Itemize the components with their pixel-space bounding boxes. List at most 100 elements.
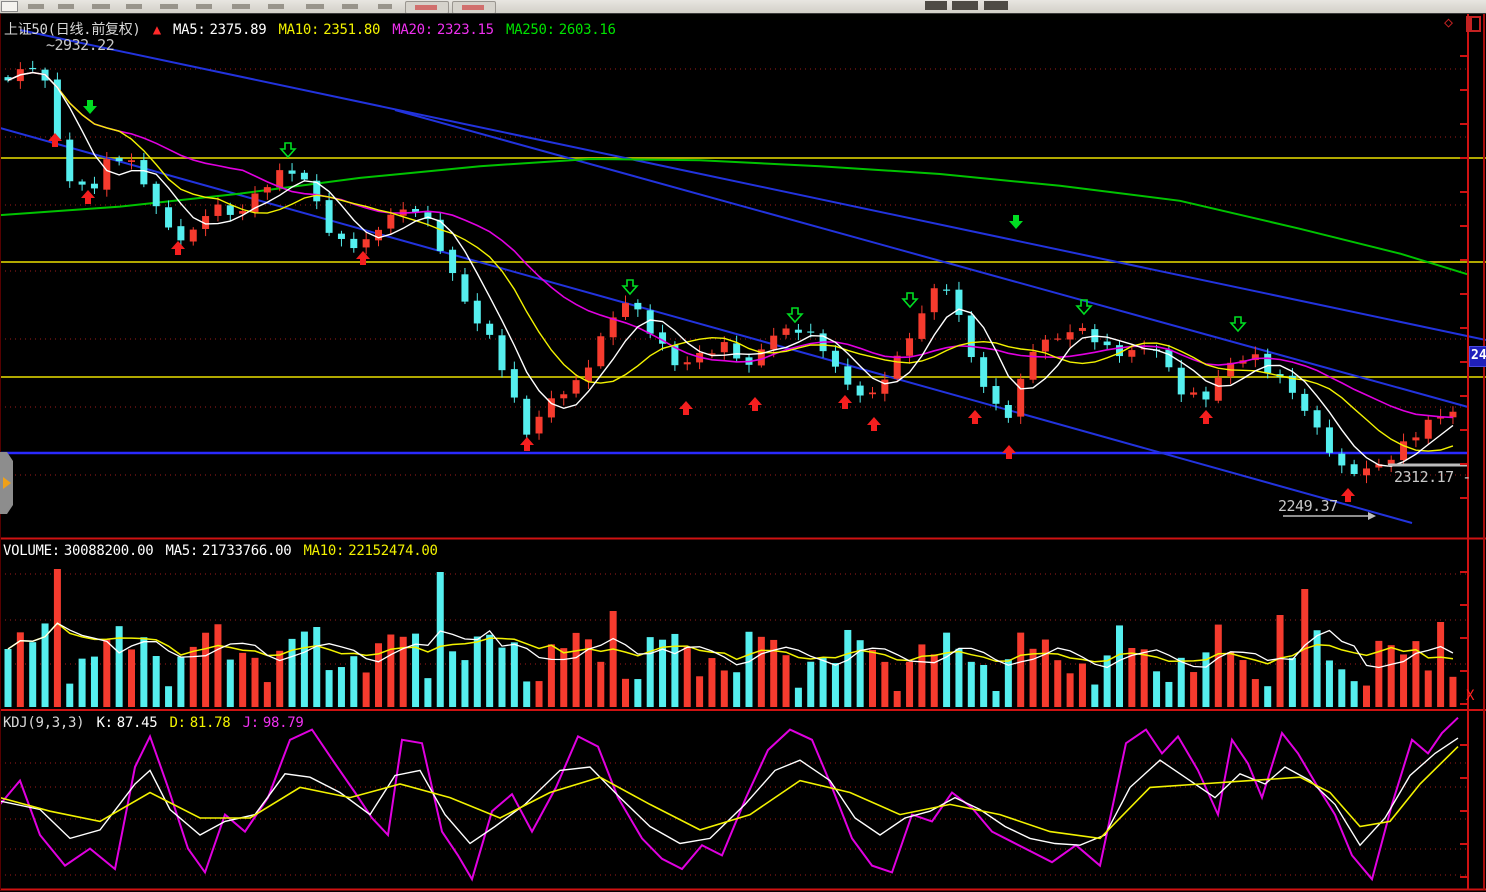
candle-body — [721, 342, 728, 352]
volume-bar — [881, 662, 888, 707]
candle-body — [338, 234, 345, 239]
volume-bar — [1153, 671, 1160, 707]
candle-body — [1128, 350, 1135, 357]
ma10-value: 2351.80 — [323, 22, 380, 38]
candle-body — [1338, 454, 1345, 466]
volume-bar — [968, 662, 975, 707]
candle-body — [91, 184, 98, 189]
volume-bar — [758, 637, 765, 707]
candle-body — [499, 335, 506, 370]
volume-bar — [474, 637, 481, 707]
volume-bar — [1314, 630, 1321, 707]
kdj-k-line — [0, 738, 1458, 845]
buy-signal-arrow — [968, 410, 982, 424]
candle-body — [301, 173, 308, 180]
candle-body — [881, 380, 888, 394]
candle-body — [1301, 394, 1308, 411]
candle-body — [1165, 350, 1172, 368]
candle-body — [783, 328, 790, 334]
candle-body — [560, 394, 567, 398]
ma250-value: 2603.16 — [559, 22, 616, 38]
volume-ma10-label: MA10: — [304, 543, 345, 559]
volume-bar — [807, 662, 814, 707]
chart-canvas[interactable] — [0, 0, 1486, 892]
volume-bar — [1178, 658, 1185, 707]
candle-body — [1202, 392, 1209, 400]
candle-body — [1326, 427, 1333, 453]
buy-signal-arrow — [1199, 410, 1213, 424]
kdj-j-label: J: — [243, 715, 259, 731]
candle-body — [906, 338, 913, 356]
candle-body — [387, 215, 394, 229]
candle-body — [807, 331, 814, 332]
volume-bar — [721, 670, 728, 707]
volume-bar — [449, 651, 456, 707]
candle-body — [326, 200, 333, 233]
candle-body — [214, 205, 221, 216]
volume-bar — [1091, 685, 1098, 707]
volume-bar — [239, 653, 246, 707]
buy-signal-arrow — [679, 401, 693, 415]
volume-bar — [993, 691, 1000, 707]
volume-bar — [634, 679, 641, 707]
candle-body — [1363, 468, 1370, 475]
volume-bar — [326, 670, 333, 707]
volume-bar — [1388, 645, 1395, 707]
candle-body — [29, 68, 36, 69]
diamond-icon[interactable]: ◇ — [1444, 13, 1453, 31]
volume-bar — [79, 659, 86, 707]
candle-body — [931, 288, 938, 312]
kdj-d-label: D: — [170, 715, 186, 731]
sidebar-expander-handle[interactable] — [0, 452, 13, 514]
volume-bar — [1338, 669, 1345, 707]
volume-bar — [746, 632, 753, 707]
buy-signal-arrow — [748, 397, 762, 411]
volume-bar — [1079, 664, 1086, 707]
candle-body — [1067, 332, 1074, 339]
restore-window-icon[interactable] — [1466, 16, 1481, 32]
sell-signal-arrow-hollow — [281, 143, 295, 157]
volume-bar — [918, 644, 925, 707]
sell-signal-arrow-hollow — [623, 280, 637, 294]
volume-bar — [943, 633, 950, 707]
trendline — [0, 128, 1412, 523]
ma5-label: MA5: — [173, 22, 206, 38]
volume-bar — [684, 647, 691, 707]
volume-bar — [708, 658, 715, 707]
kdj-k-value: 87.45 — [117, 715, 158, 731]
candle-body — [375, 230, 382, 240]
volume-bar — [783, 655, 790, 707]
volume-bar — [844, 630, 851, 707]
volume-bar — [437, 572, 444, 707]
sell-signal-arrow-hollow — [903, 293, 917, 307]
candle-body — [968, 315, 975, 357]
app-window: 上证50(日线.前复权) ▲ MA5:2375.89 MA10:2351.80 … — [0, 0, 1486, 892]
volume-bar — [1289, 658, 1296, 707]
buy-signal-arrow — [171, 241, 185, 255]
volume-bar — [54, 569, 61, 707]
volume-bar — [66, 684, 73, 707]
volume-bar — [1030, 649, 1037, 707]
volume-bar — [647, 637, 654, 707]
volume-bar — [955, 649, 962, 707]
volume-bar — [548, 644, 555, 707]
candle-body — [918, 313, 925, 339]
volume-ma10-line — [8, 623, 1453, 664]
volume-bar — [820, 658, 827, 707]
volume-value: 30088200.00 — [64, 543, 153, 559]
expand-arrow-icon — [3, 477, 11, 489]
candle-body — [770, 336, 777, 350]
candle-body — [177, 226, 184, 240]
buy-signal-arrow — [520, 437, 534, 451]
volume-bar — [1277, 615, 1284, 707]
candle-body — [1314, 410, 1321, 427]
candle-body — [622, 303, 629, 317]
trendline — [395, 110, 1468, 407]
sell-signal-arrow — [83, 100, 97, 114]
volume-bar — [350, 656, 357, 707]
peak-price-annotation: ~2932.22 — [46, 36, 114, 54]
candle-body — [684, 362, 691, 364]
volume-label: VOLUME: — [3, 543, 60, 559]
price-axis-label-box: 24 — [1469, 346, 1486, 367]
candle-body — [1079, 328, 1086, 331]
